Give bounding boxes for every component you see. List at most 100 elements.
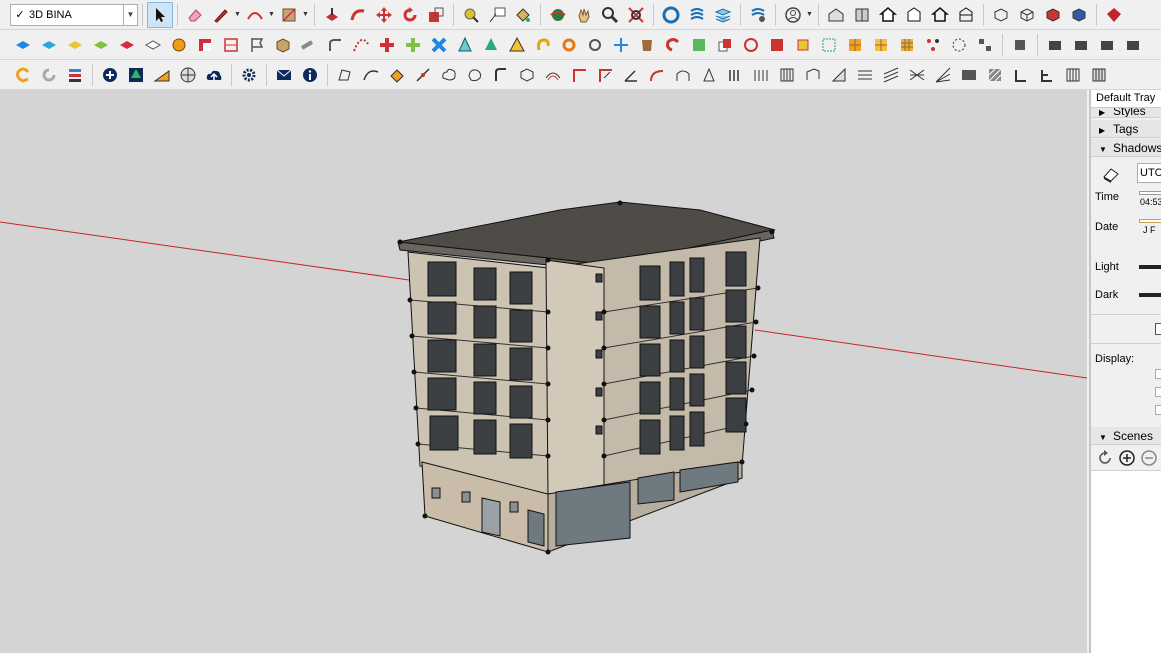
date-slider[interactable]	[1139, 219, 1161, 223]
account-button[interactable]	[780, 2, 806, 28]
draw-tool-13-button[interactable]	[644, 62, 670, 88]
ext-tool-19-button[interactable]	[478, 32, 504, 58]
ext-tool-2-button[interactable]	[36, 32, 62, 58]
style-xray-button[interactable]	[988, 2, 1014, 28]
draw-tool-19-button[interactable]	[800, 62, 826, 88]
draw-tool-1-button[interactable]	[332, 62, 358, 88]
ext-tool-15-button[interactable]	[374, 32, 400, 58]
ext-tool-8-button[interactable]	[192, 32, 218, 58]
ext-tool-22-button[interactable]	[556, 32, 582, 58]
eraser-tool-button[interactable]	[182, 2, 208, 28]
draw-tool-5-button[interactable]	[436, 62, 462, 88]
plugin-reload-button[interactable]	[36, 62, 62, 88]
ext-tool-5-button[interactable]	[114, 32, 140, 58]
layout-button[interactable]	[710, 2, 736, 28]
panel-shadows-header[interactable]: ▼ Shadows	[1091, 139, 1161, 157]
ext-tool-21-button[interactable]	[530, 32, 556, 58]
ext-tool-23-button[interactable]	[582, 32, 608, 58]
extension-manager-button[interactable]	[745, 2, 771, 28]
panel-tags-header[interactable]: ▶ Tags	[1091, 120, 1161, 138]
view-front-button[interactable]	[875, 2, 901, 28]
ext-tool-36-button[interactable]	[920, 32, 946, 58]
ext-tool-12-button[interactable]	[296, 32, 322, 58]
light-slider[interactable]	[1139, 265, 1161, 269]
tag-dropdown[interactable]: ✓ 3D BINA ▼	[10, 3, 138, 26]
view-back-button[interactable]	[927, 2, 953, 28]
ext-tool-34-button[interactable]	[868, 32, 894, 58]
ext-tool-6-button[interactable]	[140, 32, 166, 58]
material-button[interactable]	[175, 62, 201, 88]
extension-warehouse-button[interactable]	[684, 2, 710, 28]
shadow-toggle-icon[interactable]	[1101, 165, 1121, 183]
view-left-button[interactable]	[953, 2, 979, 28]
dark-slider[interactable]	[1139, 293, 1161, 297]
ext-tool-29-button[interactable]	[738, 32, 764, 58]
ext-tool-38-button[interactable]	[972, 32, 998, 58]
ext-tool-1-button[interactable]	[10, 32, 36, 58]
draw-tool-21-button[interactable]	[852, 62, 878, 88]
draw-tool-4-button[interactable]	[410, 62, 436, 88]
use-sun-checkbox[interactable]	[1155, 323, 1161, 335]
draw-tool-12-button[interactable]	[618, 62, 644, 88]
chevron-down-icon[interactable]: ▼	[302, 11, 310, 18]
time-slider[interactable]	[1139, 191, 1161, 195]
chevron-down-icon[interactable]: ▼	[268, 11, 276, 18]
ext-tool-30-button[interactable]	[764, 32, 790, 58]
building-model[interactable]	[397, 200, 776, 555]
view-iso-button[interactable]	[823, 2, 849, 28]
tape-measure-tool-button[interactable]	[458, 2, 484, 28]
mail-button[interactable]	[271, 62, 297, 88]
display-ground-checkbox[interactable]	[1155, 387, 1161, 397]
ext-tool-40-button[interactable]	[1042, 32, 1068, 58]
plugin-e-button[interactable]	[10, 62, 36, 88]
draw-tool-18-button[interactable]	[774, 62, 800, 88]
draw-tool-9-button[interactable]	[540, 62, 566, 88]
ext-tool-20-button[interactable]	[504, 32, 530, 58]
ext-tool-4-button[interactable]	[88, 32, 114, 58]
skatter-button[interactable]	[123, 62, 149, 88]
ruby-console-button[interactable]	[1101, 2, 1127, 28]
ext-tool-37-button[interactable]	[946, 32, 972, 58]
ext-tool-14-button[interactable]	[348, 32, 374, 58]
plugin-layout-button[interactable]	[62, 62, 88, 88]
follow-me-tool-button[interactable]	[345, 2, 371, 28]
push-pull-tool-button[interactable]	[319, 2, 345, 28]
ext-tool-24-button[interactable]	[608, 32, 634, 58]
draw-tool-17-button[interactable]	[748, 62, 774, 88]
draw-tool-29-button[interactable]	[1060, 62, 1086, 88]
text-tool-button[interactable]	[484, 2, 510, 28]
draw-tool-20-button[interactable]	[826, 62, 852, 88]
ext-tool-18-button[interactable]	[452, 32, 478, 58]
draw-tool-24-button[interactable]	[930, 62, 956, 88]
select-tool-button[interactable]	[147, 1, 173, 28]
draw-tool-6-button[interactable]	[462, 62, 488, 88]
view-right-button[interactable]	[901, 2, 927, 28]
draw-tool-27-button[interactable]	[1008, 62, 1034, 88]
zoom-extents-button[interactable]	[623, 2, 649, 28]
add-button[interactable]	[97, 62, 123, 88]
ext-tool-31-button[interactable]	[790, 32, 816, 58]
ext-tool-28-button[interactable]	[712, 32, 738, 58]
panel-scenes-header[interactable]: ▼ Scenes	[1091, 427, 1161, 445]
move-tool-button[interactable]	[371, 2, 397, 28]
ext-tool-33-button[interactable]	[842, 32, 868, 58]
draw-tool-28-button[interactable]	[1034, 62, 1060, 88]
draw-tool-8-button[interactable]	[514, 62, 540, 88]
paint-bucket-tool-button[interactable]	[510, 2, 536, 28]
line-tool-button[interactable]	[208, 2, 234, 28]
draw-tool-10-button[interactable]	[566, 62, 592, 88]
info-button[interactable]	[297, 62, 323, 88]
ext-tool-10-button[interactable]	[244, 32, 270, 58]
profile-builder-button[interactable]	[149, 62, 175, 88]
draw-tool-16-button[interactable]	[722, 62, 748, 88]
draw-tool-11-button[interactable]	[592, 62, 618, 88]
style-textured-button[interactable]	[1066, 2, 1092, 28]
ext-tool-13-button[interactable]	[322, 32, 348, 58]
ext-tool-16-button[interactable]	[400, 32, 426, 58]
draw-tool-26-button[interactable]	[982, 62, 1008, 88]
display-edges-checkbox[interactable]	[1155, 405, 1161, 415]
settings-button[interactable]	[236, 62, 262, 88]
ext-tool-35-button[interactable]	[894, 32, 920, 58]
ext-tool-26-button[interactable]	[660, 32, 686, 58]
style-shaded-button[interactable]	[1040, 2, 1066, 28]
